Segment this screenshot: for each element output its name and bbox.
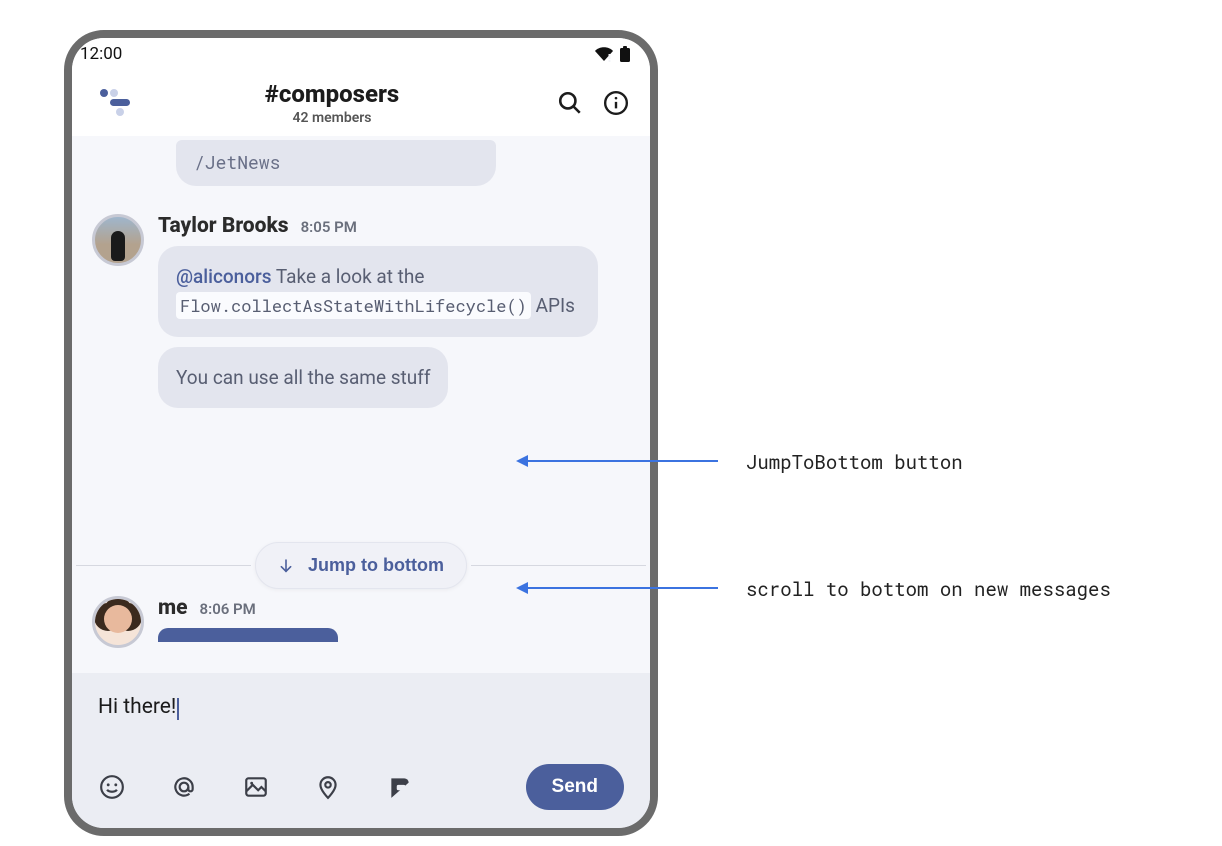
search-button[interactable] xyxy=(556,89,584,117)
app-logo[interactable] xyxy=(94,81,138,125)
video-call-button[interactable] xyxy=(386,773,414,801)
inline-code: Flow.collectAsStateWithLifecycle() xyxy=(176,292,531,319)
status-icons xyxy=(594,46,630,62)
message-time: 8:05 PM xyxy=(301,218,357,236)
mention[interactable]: @aliconors xyxy=(176,265,272,288)
status-time: 12:00 xyxy=(80,44,122,64)
message-bubble-prev[interactable]: /JetNews xyxy=(176,140,496,186)
video-icon xyxy=(387,774,413,800)
mention-button[interactable] xyxy=(170,773,198,801)
image-icon xyxy=(243,774,269,800)
annotation-arrow-head xyxy=(516,455,528,467)
message-bubble-partial[interactable] xyxy=(158,628,338,642)
message-group-me: me 8:06 PM xyxy=(92,596,630,648)
location-button[interactable] xyxy=(314,773,342,801)
annotation-arrow-head xyxy=(516,582,528,594)
message-bubble[interactable]: You can use all the same stuff xyxy=(158,347,448,408)
message-bubble[interactable]: @aliconors Take a look at the Flow.colle… xyxy=(158,246,598,337)
composer: Hi there! Send xyxy=(72,673,650,828)
author-name: Taylor Brooks xyxy=(158,214,289,238)
image-button[interactable] xyxy=(242,773,270,801)
search-icon xyxy=(557,90,583,116)
annotation-label-jump: JumpToBottom button xyxy=(746,450,963,475)
battery-icon xyxy=(620,46,630,62)
message-time: 8:06 PM xyxy=(200,600,256,618)
jump-label: Jump to bottom xyxy=(308,555,444,576)
annotation-label-scroll: scroll to bottom on new messages xyxy=(746,577,1111,602)
at-icon xyxy=(171,774,197,800)
app-bar: #composers 42 members xyxy=(72,66,650,136)
wifi-alert-icon xyxy=(594,46,614,62)
today-divider: Jump to bottom xyxy=(72,542,650,589)
chat-area[interactable]: /JetNews Taylor Brooks 8:05 PM @aliconor… xyxy=(72,136,650,716)
appbar-title: #composers 42 members xyxy=(120,80,544,126)
member-count: 42 members xyxy=(120,110,544,126)
composer-input[interactable]: Hi there! xyxy=(98,695,176,719)
avatar-taylor[interactable] xyxy=(92,214,144,266)
annotation-arrow xyxy=(528,460,718,462)
text-cursor xyxy=(177,698,179,720)
location-icon xyxy=(315,774,341,800)
jump-to-bottom-button[interactable]: Jump to bottom xyxy=(255,542,467,589)
arrow-down-icon xyxy=(278,558,294,574)
annotation-arrow xyxy=(528,587,718,589)
message-text: APIs xyxy=(531,294,575,317)
status-bar: 12:00 xyxy=(72,38,650,66)
emoji-button[interactable] xyxy=(98,773,126,801)
send-button[interactable]: Send xyxy=(526,764,624,810)
message-text: Take a look at the xyxy=(272,265,425,288)
message-group-taylor: Taylor Brooks 8:05 PM @aliconors Take a … xyxy=(92,214,630,418)
phone-frame: 12:00 #composers 42 members xyxy=(64,30,658,836)
emoji-icon xyxy=(99,774,125,800)
info-button[interactable] xyxy=(602,89,630,117)
channel-name: #composers xyxy=(120,80,544,108)
author-name: me xyxy=(158,596,188,620)
composer-input-wrap[interactable]: Hi there! xyxy=(98,695,624,720)
avatar-me[interactable] xyxy=(92,596,144,648)
info-icon xyxy=(603,90,629,116)
